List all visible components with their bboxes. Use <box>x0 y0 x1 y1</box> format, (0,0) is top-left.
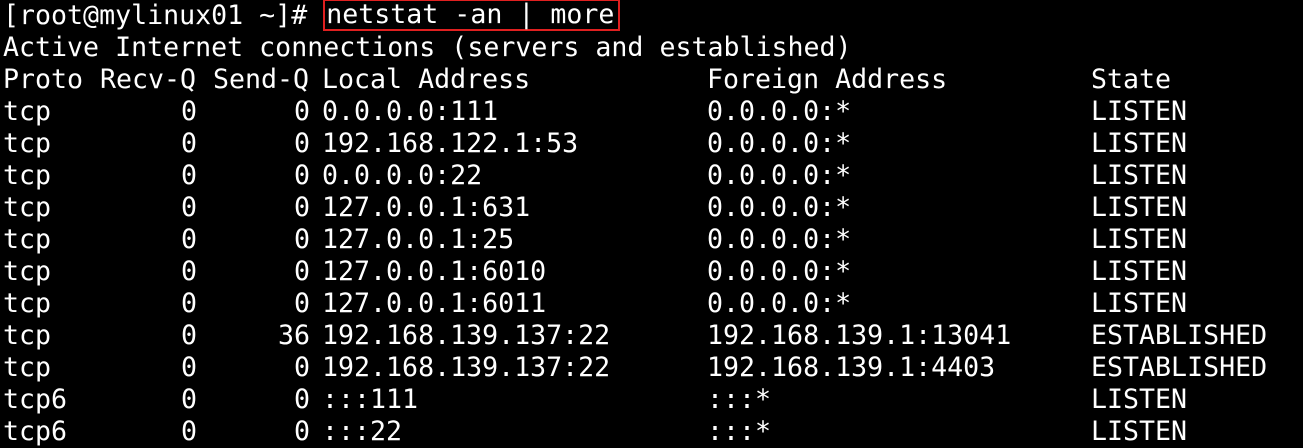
table-header: Proto Recv-Q Send-Q Local Address Foreig… <box>3 64 1303 96</box>
cell-recv-q: 0 <box>180 416 197 447</box>
cell-foreign-address: 0.0.0.0:* <box>707 224 852 255</box>
cell-state: LISTEN <box>1091 256 1188 287</box>
cell-local-address: 127.0.0.1:631 <box>322 192 531 223</box>
terminal-window[interactable]: [root@mylinux01 ~]# netstat -an | more A… <box>0 0 1303 448</box>
cell-local-address: 0.0.0.0:22 <box>322 160 483 191</box>
cell-send-q: 0 <box>293 160 310 191</box>
connection-rows: tcp 0 0 0.0.0.0:111 0.0.0.0:* LISTEN tcp 0 0 192.… <box>3 96 1303 448</box>
cell-send-q: 0 <box>293 352 310 383</box>
cell-recv-q: 0 <box>180 96 197 127</box>
cell-recv-q: 0 <box>180 288 197 319</box>
cell-recv-q: 0 <box>180 352 197 383</box>
cell-proto: tcp <box>3 352 52 383</box>
cell-local-address: 192.168.139.137:22 <box>322 320 611 351</box>
cell-local-address: 127.0.0.1:25 <box>322 224 515 255</box>
cell-recv-q: 0 <box>180 128 197 159</box>
cell-foreign-address: :::* <box>707 416 772 447</box>
cell-foreign-address: 0.0.0.0:* <box>707 128 852 159</box>
cell-send-q: 36 <box>277 320 310 351</box>
cell-recv-q: 0 <box>180 224 197 255</box>
cell-send-q: 0 <box>293 192 310 223</box>
header-state: State <box>1091 64 1172 95</box>
table-row: tcp6 0 0:::22:::* LISTEN <box>3 416 1303 448</box>
cell-state: LISTEN <box>1091 128 1188 159</box>
cell-send-q: 0 <box>293 384 310 415</box>
header-recv-q: Recv-Q <box>100 64 197 95</box>
cell-state: LISTEN <box>1091 192 1188 223</box>
table-row: tcp 0 0 127.0.0.1:631 0.0.0.0:* LISTEN <box>3 192 1303 224</box>
cell-send-q: 0 <box>293 224 310 255</box>
cell-proto: tcp <box>3 224 52 255</box>
cell-proto: tcp6 <box>3 384 68 415</box>
table-row: tcp 0 36 192.168.139.137:22 192.168.139.1:13… <box>3 320 1303 352</box>
cell-foreign-address: 0.0.0.0:* <box>707 160 852 191</box>
cell-state: LISTEN <box>1091 160 1188 191</box>
cell-state: LISTEN <box>1091 288 1188 319</box>
cell-send-q: 0 <box>293 256 310 287</box>
header-send-q: Send-Q <box>213 64 310 95</box>
table-row: tcp 0 0 192.168.139.137:22 192.168.139.1:440… <box>3 352 1303 384</box>
prompt-line: [root@mylinux01 ~]# netstat -an | more <box>3 0 1303 32</box>
cell-local-address: 192.168.122.1:53 <box>322 128 579 159</box>
cell-send-q: 0 <box>293 96 310 127</box>
cell-send-q: 0 <box>293 288 310 319</box>
cell-local-address: 127.0.0.1:6011 <box>322 288 547 319</box>
cell-state: LISTEN <box>1091 224 1188 255</box>
header-local-address: Local Address <box>322 64 531 95</box>
cell-state: LISTEN <box>1091 384 1188 415</box>
cell-state: LISTEN <box>1091 416 1188 447</box>
table-row: tcp 0 0 0.0.0.0:111 0.0.0.0:* LISTEN <box>3 96 1303 128</box>
cell-foreign-address: 192.168.139.1:4403 <box>707 352 996 383</box>
table-row: tcp 0 0 127.0.0.1:6011 0.0.0.0:* LISTEN <box>3 288 1303 320</box>
header-proto: Proto <box>3 64 84 95</box>
cell-recv-q: 0 <box>180 320 197 351</box>
cell-proto: tcp <box>3 160 52 191</box>
cell-foreign-address: 0.0.0.0:* <box>707 256 852 287</box>
table-row: tcp 0 0 192.168.122.1:53 0.0.0.0:* LISTEN <box>3 128 1303 160</box>
header-foreign-address: Foreign Address <box>707 64 948 95</box>
cell-proto: tcp6 <box>3 416 68 447</box>
cell-proto: tcp <box>3 192 52 223</box>
cell-state: ESTABLISHED <box>1091 320 1268 351</box>
cell-proto: tcp <box>3 96 52 127</box>
shell-prompt: [root@mylinux01 ~]# <box>3 0 324 31</box>
cell-foreign-address: 192.168.139.1:13041 <box>707 320 1012 351</box>
cell-proto: tcp <box>3 256 52 287</box>
cell-local-address: 127.0.0.1:6010 <box>322 256 547 287</box>
command-highlight-box: netstat -an | more <box>323 0 621 31</box>
cell-recv-q: 0 <box>180 384 197 415</box>
cell-local-address: 0.0.0.0:111 <box>322 96 499 127</box>
cell-state: LISTEN <box>1091 96 1188 127</box>
table-row: tcp 0 0 0.0.0.0:22 0.0.0.0:* LISTEN <box>3 160 1303 192</box>
cell-recv-q: 0 <box>180 256 197 287</box>
cell-local-address: 192.168.139.137:22 <box>322 352 611 383</box>
cell-recv-q: 0 <box>180 160 197 191</box>
cell-send-q: 0 <box>293 128 310 159</box>
cell-recv-q: 0 <box>180 192 197 223</box>
cell-local-address: :::22 <box>322 416 403 447</box>
cell-local-address: :::111 <box>322 384 419 415</box>
cell-state: ESTABLISHED <box>1091 352 1268 383</box>
table-row: tcp 0 0 127.0.0.1:25 0.0.0.0:* LISTEN <box>3 224 1303 256</box>
cell-proto: tcp <box>3 288 52 319</box>
output-banner: Active Internet connections (servers and… <box>3 32 852 63</box>
cell-proto: tcp <box>3 128 52 159</box>
command-text: netstat -an | more <box>326 0 615 30</box>
table-row: tcp6 0 0:::111:::* LISTEN <box>3 384 1303 416</box>
cell-foreign-address: 0.0.0.0:* <box>707 96 852 127</box>
cell-send-q: 0 <box>293 416 310 447</box>
cell-foreign-address: 0.0.0.0:* <box>707 192 852 223</box>
cell-foreign-address: 0.0.0.0:* <box>707 288 852 319</box>
table-row: tcp 0 0 127.0.0.1:6010 0.0.0.0:* LISTEN <box>3 256 1303 288</box>
cell-proto: tcp <box>3 320 52 351</box>
cell-foreign-address: :::* <box>707 384 772 415</box>
